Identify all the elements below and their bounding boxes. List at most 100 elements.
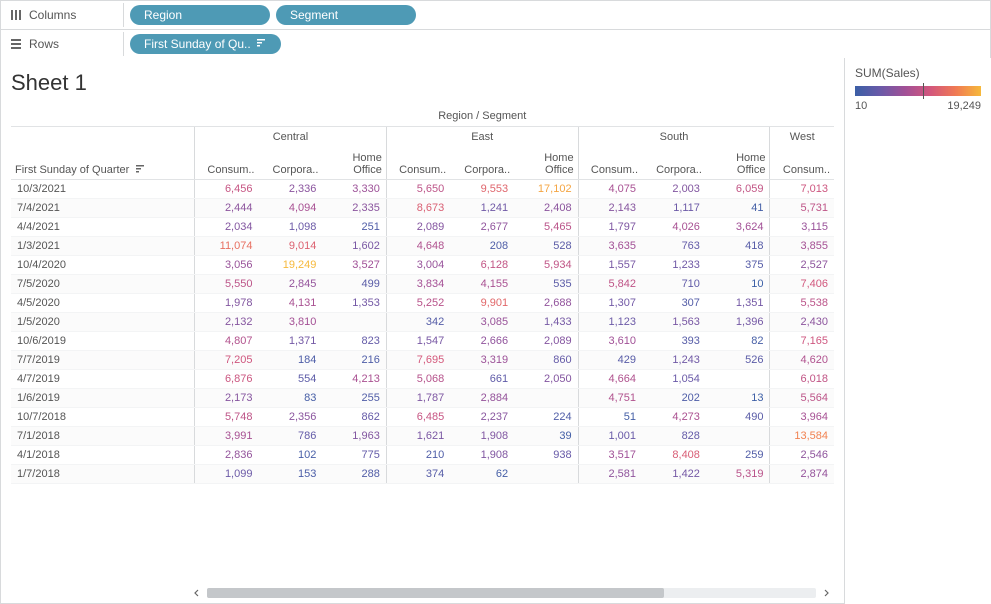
- cell-value[interactable]: 5,068: [386, 369, 450, 388]
- cell-value[interactable]: 3,855: [770, 236, 834, 255]
- seg-header[interactable]: HomeOffice: [322, 147, 386, 179]
- cell-value[interactable]: 259: [706, 445, 770, 464]
- cell-value[interactable]: 4,155: [450, 274, 514, 293]
- cell-value[interactable]: 374: [386, 464, 450, 483]
- cell-value[interactable]: 1,797: [578, 217, 642, 236]
- cell-value[interactable]: 224: [514, 407, 578, 426]
- cell-value[interactable]: 2,143: [578, 198, 642, 217]
- cell-value[interactable]: 4,026: [642, 217, 706, 236]
- cell-value[interactable]: 2,546: [770, 445, 834, 464]
- cell-value[interactable]: 2,408: [514, 198, 578, 217]
- cell-value[interactable]: 3,115: [770, 217, 834, 236]
- scroll-right-arrow[interactable]: [818, 587, 834, 599]
- cell-value[interactable]: 823: [322, 331, 386, 350]
- cell-value[interactable]: 490: [706, 407, 770, 426]
- horizontal-scrollbar[interactable]: [11, 587, 834, 599]
- cell-value[interactable]: 210: [386, 445, 450, 464]
- cell-value[interactable]: 5,650: [386, 179, 450, 198]
- cell-value[interactable]: 1,099: [195, 464, 259, 483]
- cell-value[interactable]: 4,213: [322, 369, 386, 388]
- cell-value[interactable]: 11,074: [195, 236, 259, 255]
- cell-value[interactable]: 1,908: [450, 426, 514, 445]
- cell-value[interactable]: 938: [514, 445, 578, 464]
- cell-value[interactable]: 8,673: [386, 198, 450, 217]
- cell-value[interactable]: 4,273: [642, 407, 706, 426]
- cell-value[interactable]: 1,433: [514, 312, 578, 331]
- cell-value[interactable]: 2,089: [514, 331, 578, 350]
- cell-value[interactable]: 375: [706, 255, 770, 274]
- cell-value[interactable]: 7,165: [770, 331, 834, 350]
- cell-value[interactable]: 6,059: [706, 179, 770, 198]
- pill-region[interactable]: Region: [130, 5, 270, 25]
- cell-value[interactable]: 4,648: [386, 236, 450, 255]
- cell-value[interactable]: 526: [706, 350, 770, 369]
- cell-value[interactable]: 7,695: [386, 350, 450, 369]
- cell-value[interactable]: 2,173: [195, 388, 259, 407]
- pill-first-sunday[interactable]: First Sunday of Qu..: [130, 34, 281, 54]
- table-row[interactable]: 1/7/20181,099153288374622,5811,4225,3192…: [11, 464, 834, 483]
- cell-value[interactable]: 499: [322, 274, 386, 293]
- row-label[interactable]: 4/4/2021: [11, 217, 195, 236]
- cell-value[interactable]: 1,978: [195, 293, 259, 312]
- cell-value[interactable]: 3,319: [450, 350, 514, 369]
- cell-value[interactable]: 2,132: [195, 312, 259, 331]
- seg-header[interactable]: Corpora..: [642, 147, 706, 179]
- cell-value[interactable]: 9,901: [450, 293, 514, 312]
- cell-value[interactable]: 1,233: [642, 255, 706, 274]
- row-header-label[interactable]: First Sunday of Quarter: [11, 147, 195, 179]
- cell-value[interactable]: 3,635: [578, 236, 642, 255]
- row-label[interactable]: 7/4/2021: [11, 198, 195, 217]
- region-header-west[interactable]: West: [770, 127, 834, 148]
- row-label[interactable]: 10/7/2018: [11, 407, 195, 426]
- cell-value[interactable]: 1,098: [258, 217, 322, 236]
- cell-value[interactable]: 1,307: [578, 293, 642, 312]
- cell-value[interactable]: 19,249: [258, 255, 322, 274]
- cell-value[interactable]: 1,351: [706, 293, 770, 312]
- cell-value[interactable]: 2,845: [258, 274, 322, 293]
- row-label[interactable]: 1/6/2019: [11, 388, 195, 407]
- cell-value[interactable]: 1,908: [450, 445, 514, 464]
- cell-value[interactable]: 4,094: [258, 198, 322, 217]
- row-label[interactable]: 7/1/2018: [11, 426, 195, 445]
- scroll-track[interactable]: [207, 588, 816, 598]
- cell-value[interactable]: 6,018: [770, 369, 834, 388]
- cell-value[interactable]: 10: [706, 274, 770, 293]
- cell-value[interactable]: 2,884: [450, 388, 514, 407]
- cell-value[interactable]: 3,004: [386, 255, 450, 274]
- cell-value[interactable]: 5,550: [195, 274, 259, 293]
- cell-value[interactable]: 4,075: [578, 179, 642, 198]
- row-label[interactable]: 4/5/2020: [11, 293, 195, 312]
- cell-value[interactable]: 786: [258, 426, 322, 445]
- seg-header[interactable]: HomeOffice: [514, 147, 578, 179]
- row-label[interactable]: 10/4/2020: [11, 255, 195, 274]
- region-header-central[interactable]: Central: [195, 127, 387, 148]
- cell-value[interactable]: 4,131: [258, 293, 322, 312]
- cell-value[interactable]: 3,810: [258, 312, 322, 331]
- cell-value[interactable]: 862: [322, 407, 386, 426]
- cell-value[interactable]: 418: [706, 236, 770, 255]
- cell-value[interactable]: 342: [386, 312, 450, 331]
- cell-value[interactable]: 1,963: [322, 426, 386, 445]
- cell-value[interactable]: 828: [642, 426, 706, 445]
- cell-value[interactable]: 17,102: [514, 179, 578, 198]
- cell-value[interactable]: 554: [258, 369, 322, 388]
- columns-shelf[interactable]: Columns Region Segment: [0, 0, 991, 29]
- cell-value[interactable]: 4,807: [195, 331, 259, 350]
- region-header-south[interactable]: South: [578, 127, 770, 148]
- seg-header[interactable]: Corpora..: [258, 147, 322, 179]
- cell-value[interactable]: 3,527: [322, 255, 386, 274]
- cell-value[interactable]: 2,688: [514, 293, 578, 312]
- cell-value[interactable]: 3,991: [195, 426, 259, 445]
- cell-value[interactable]: 5,934: [514, 255, 578, 274]
- cell-value[interactable]: 216: [322, 350, 386, 369]
- cell-value[interactable]: 710: [642, 274, 706, 293]
- cell-value[interactable]: 5,319: [706, 464, 770, 483]
- table-row[interactable]: 1/3/202111,0749,0141,6024,6482085283,635…: [11, 236, 834, 255]
- cell-value[interactable]: 13: [706, 388, 770, 407]
- cell-value[interactable]: 3,330: [322, 179, 386, 198]
- cell-value[interactable]: 2,089: [386, 217, 450, 236]
- row-label[interactable]: 7/7/2019: [11, 350, 195, 369]
- cell-value[interactable]: 7,205: [195, 350, 259, 369]
- cell-value[interactable]: 1,241: [450, 198, 514, 217]
- table-row[interactable]: 4/4/20212,0341,0982512,0892,6775,4651,79…: [11, 217, 834, 236]
